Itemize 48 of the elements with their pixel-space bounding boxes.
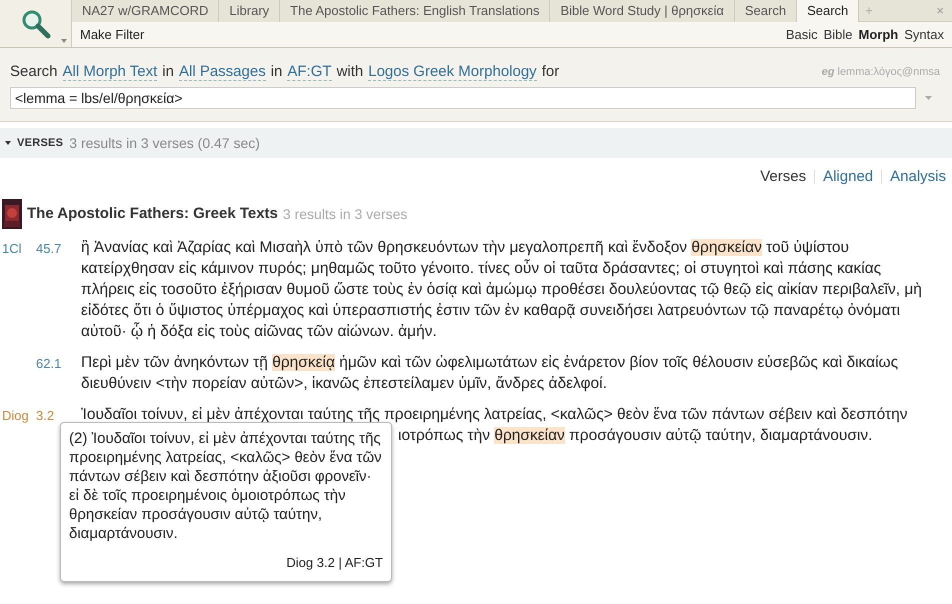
tab[interactable]: The Apostolic Fathers: English Translations — [280, 0, 550, 22]
caret-icon — [61, 39, 67, 43]
tab[interactable]: Search — [797, 0, 860, 22]
search-icon — [20, 8, 50, 38]
verse-text-line: κατείρχθησαν εἰς κάμινον πυρός; μηθαμῶς τοῦτο γένοιτο. τίνες οὖν οἱ ταῦτα δράσαντες; οἱ στυγητοὶ καὶ πάσης κακίας — [81, 258, 882, 279]
mode-tab[interactable]: Bible — [824, 24, 853, 44]
mode-tab[interactable]: Syntax — [904, 24, 944, 44]
example-hint: eg lemma:λόγος@nmsa — [822, 64, 940, 80]
tooltip-reference: Diog 3.2 | AF:GT — [285, 554, 383, 572]
mode-tab[interactable]: Basic — [786, 24, 818, 44]
verse-text-line: αὐτοῦ· ᾧ ἡ δόξα εἰς τοὺς αἰῶνας τῶν αἰώνων. ἀμήν. — [81, 321, 438, 342]
search-option-link[interactable]: All Passages — [178, 63, 266, 81]
book-results-summary: 3 results in 3 verses — [282, 204, 408, 224]
verse-text-line: πλήρεις εἰς τοσοῦτο ἐξήρισαν θυμοῦ ὥστε τοὺς ἐν ὁσίᾳ καὶ ἀμώμῳ προθέσει δουλεύοντας τῷ θεῷ εἰς αἰκίαν περιβαλεῖν, μὴ — [81, 280, 922, 300]
query-field[interactable]: <lemma = lbs/el/θρησκεία> — [10, 87, 916, 109]
mode-tab[interactable]: Morph — [858, 24, 898, 44]
search-option-link[interactable]: All Morph Text — [62, 63, 158, 81]
verse-text-line: ἢ Ἀνανίας καὶ Ἀζαρίας καὶ Μισαὴλ ὑπὸ τῶν θρησκευόντων τὴν μεγαλοπρεπῆ καὶ ἔνδοξον θρησκείαν τοῦ ὑψίστου — [81, 238, 850, 258]
results-summary: 3 results in 3 verses (0.47 sec) — [69, 134, 260, 153]
tab[interactable]: Search — [734, 0, 798, 22]
tab[interactable]: Library — [219, 0, 280, 22]
tab[interactable]: Bible Word Study | θρησκεία — [550, 0, 735, 22]
highlighted-word: θρησκείᾳ — [272, 354, 335, 371]
verse-text-line: διευθύνειν <τὴν πορείαν αὐτῶν>, ἱκανῶς ἐπεστείλαμεν ὑμῖν, ἄνδρες ἀδελφοί. — [81, 374, 608, 394]
highlighted-word: θρησκείαν — [691, 239, 762, 256]
highlighted-word: θρησκείαν — [494, 427, 565, 444]
verse-text-line: Περὶ μὲν τῶν ἀνηκόντων τῇ θρησκείᾳ ἡμῶν καὶ τῶν ὠφελιμωτάτων εἰς ἐνάρετον βίον τοῖς θέλουσιν εὐσεβῶς καὶ δικαίως — [81, 353, 898, 373]
search-label: for — [542, 62, 560, 82]
search-option-link[interactable]: Logos Greek Morphology — [368, 63, 537, 81]
tooltip-text: (2) Ἰουδαῖοι τοίνυν, εἰ μὲν ἀπέχονται ταύτης τῆς προειρημένης λατρείας, <καλῶς> θεὸν ἕνα τῶν πάντων σέβειν καὶ δεσπότην ἀξιοῦσι φρονεῖν· εἰ δὲ τοῖς προειρημένοις ὁμοιοτρόπως τὴν θρησκείαν προσάγουσιν αὐτῷ ταύτην, διαμαρτάνουσιν. — [69, 429, 383, 543]
book-abbreviation[interactable]: 1Cl — [2, 241, 22, 256]
view-link[interactable]: Analysis — [890, 166, 946, 188]
search-label: Search — [10, 62, 58, 82]
verse-text-line: Ἰουδαῖοι τοίνυν, εἰ μὲν ἀπέχονται ταύτης τῆς προειρημένης λατρείας, <καλῶς> θεὸν ἕνα τῶν πάντων σέβειν καὶ δεσπότην — [81, 405, 908, 425]
search-label: with — [336, 62, 364, 82]
tab[interactable]: NA27 w/GRAMCORD — [72, 0, 220, 22]
view-link[interactable]: Aligned — [823, 166, 874, 188]
view-link[interactable]: Verses — [760, 166, 806, 188]
make-filter-button[interactable]: Make Filter — [80, 24, 144, 44]
expand-toggle-icon[interactable] — [5, 141, 11, 145]
search-option-link[interactable]: AF:GT — [287, 63, 332, 81]
verse-text-line: εἰδότες ὅτι ὁ ὕψιστος ὑπέρμαχος καὶ ὑπερασπιστής ἐστιν τῶν ἐν καθαρᾷ συνειδήσει λατρευόντων τῷ παναρέτῳ ὀνόματι — [81, 301, 902, 321]
section-label: VERSES — [17, 136, 64, 151]
verse-reference[interactable]: 45.7 — [36, 241, 62, 256]
book-title: The Apostolic Fathers: Greek Texts — [27, 204, 278, 224]
search-label: in — [270, 62, 282, 82]
search-label: in — [162, 62, 174, 82]
verse-reference[interactable]: 62.1 — [36, 356, 62, 371]
